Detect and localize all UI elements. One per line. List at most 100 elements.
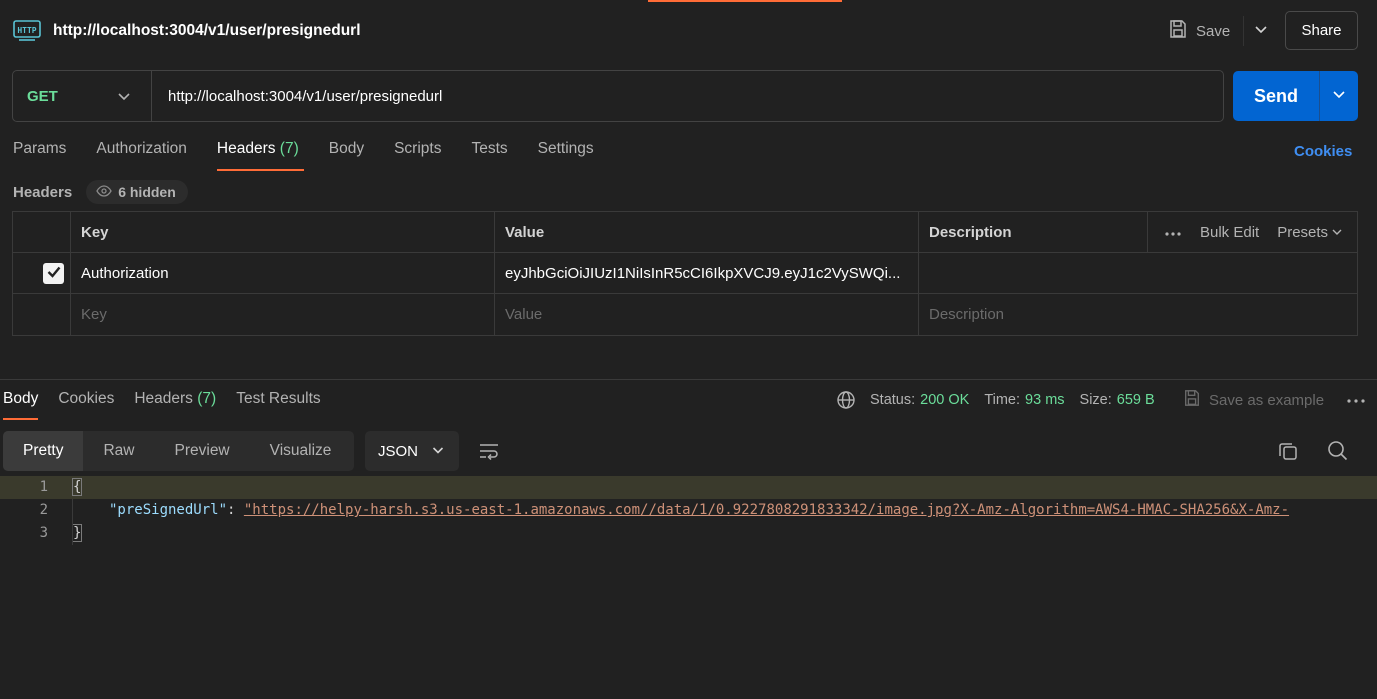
tab-settings[interactable]: Settings (538, 140, 594, 171)
response-tab-headers-count: (7) (197, 390, 217, 407)
line-number: 1 (39, 479, 48, 495)
headers-table: Key Value Description Bulk Edit Presets (12, 211, 1358, 336)
format-mode-group: Pretty Raw Preview Visualize (3, 431, 354, 471)
tab-params[interactable]: Params (13, 140, 66, 171)
cookies-link[interactable]: Cookies (1294, 143, 1352, 160)
response-status-bar: Status: 200 OK Time: 93 ms Size: 659 B (836, 390, 1170, 410)
presets-dropdown[interactable]: Presets (1277, 224, 1342, 241)
status-label: Status: (870, 392, 916, 408)
line-number: 2 (39, 502, 48, 518)
http-icon: HTTP (13, 18, 41, 44)
globe-icon[interactable] (836, 390, 856, 410)
pane-divider[interactable] (0, 379, 1377, 380)
row-select-cell (13, 253, 71, 294)
size-label: Size: (1079, 392, 1112, 408)
response-tab-body[interactable]: Body (3, 390, 39, 420)
header-enabled-checkbox[interactable] (43, 263, 64, 284)
description-placeholder: Description (929, 306, 1005, 323)
hidden-headers-label: 6 hidden (118, 184, 176, 200)
table-row-new: Key Value Description (13, 294, 1357, 335)
save-as-example-button[interactable]: Save as example (1183, 389, 1324, 411)
indent-guide (72, 499, 73, 545)
bulk-edit-button[interactable]: Bulk Edit (1200, 224, 1259, 241)
presets-label: Presets (1277, 224, 1329, 241)
time-value[interactable]: 93 ms (1025, 392, 1065, 408)
json-string-link[interactable]: "https://helpy-harsh.s3.us-east-1.amazon… (244, 502, 1289, 518)
column-header-value: Value (495, 212, 919, 253)
code-line: 2 "preSignedUrl": "https://helpy-harsh.s… (0, 499, 1377, 522)
share-button[interactable]: Share (1285, 11, 1358, 50)
format-pretty[interactable]: Pretty (3, 431, 84, 471)
request-tabs: Params Authorization Headers (7) Body Sc… (13, 140, 624, 172)
hidden-headers-toggle[interactable]: 6 hidden (86, 180, 188, 204)
search-icon[interactable] (1327, 440, 1348, 461)
table-header-row: Key Value Description Bulk Edit Presets (13, 212, 1357, 253)
line-number: 3 (39, 525, 48, 541)
save-icon (1168, 19, 1188, 43)
svg-text:HTTP: HTTP (17, 26, 36, 35)
code-line: 3 } (0, 522, 1377, 545)
tab-tests[interactable]: Tests (471, 140, 507, 171)
close-brace: } (71, 524, 83, 542)
new-description-input[interactable]: Description (919, 294, 1357, 335)
chevron-down-icon (1332, 224, 1342, 241)
open-brace: { (71, 478, 83, 496)
response-tab-cookies[interactable]: Cookies (58, 390, 114, 416)
send-options-dropdown[interactable] (1319, 71, 1358, 121)
key-placeholder: Key (81, 306, 107, 323)
status-value[interactable]: 200 OK (920, 392, 969, 408)
save-options-dropdown[interactable] (1243, 16, 1277, 46)
headers-section-label: Headers (13, 183, 73, 201)
size-value[interactable]: 659 B (1117, 392, 1155, 408)
save-label: Save (1196, 22, 1231, 40)
chevron-down-icon (432, 443, 444, 460)
json-colon: : (227, 502, 244, 518)
header-key-cell[interactable]: Authorization (71, 253, 495, 294)
header-value: eyJhbGciOiJIUzI1NiIsInR5cCI6IkpXVCJ9.eyJ… (505, 265, 901, 282)
copy-icon[interactable] (1278, 441, 1298, 461)
tab-headers-count: (7) (279, 140, 299, 157)
url-input[interactable]: http://localhost:3004/v1/user/presignedu… (168, 88, 442, 105)
response-tabs: Body Cookies Headers (7) Test Results (3, 390, 341, 420)
select-column-header (13, 212, 71, 253)
more-options-icon[interactable] (1164, 224, 1182, 241)
format-visualize[interactable]: Visualize (250, 431, 352, 471)
method-label: GET (27, 88, 58, 105)
checkmark-icon (47, 265, 61, 282)
method-select[interactable]: GET (13, 71, 152, 121)
header-description-cell[interactable] (919, 253, 1357, 294)
response-tab-test-results[interactable]: Test Results (236, 390, 320, 416)
more-options-icon[interactable] (1346, 392, 1366, 408)
new-key-input[interactable]: Key (71, 294, 495, 335)
row-select-cell (13, 294, 71, 335)
language-label: JSON (378, 442, 419, 460)
url-bar: GET http://localhost:3004/v1/user/presig… (12, 70, 1224, 122)
send-button[interactable]: Send (1233, 71, 1319, 121)
wrap-lines-icon[interactable] (478, 441, 500, 461)
header-key: Authorization (81, 265, 169, 282)
code-text: "preSignedUrl": "https://helpy-harsh.s3.… (109, 502, 1289, 518)
time-label: Time: (984, 392, 1021, 408)
column-header-description: Description (919, 212, 1148, 253)
chevron-down-icon (1332, 87, 1346, 105)
language-select[interactable]: JSON (365, 431, 459, 471)
new-value-input[interactable]: Value (495, 294, 919, 335)
tab-headers[interactable]: Headers (7) (216, 140, 304, 171)
request-title[interactable]: http://localhost:3004/v1/user/presignedu… (53, 22, 361, 40)
table-row: Authorization eyJhbGciOiJIUzI1NiIsInR5cC… (13, 253, 1357, 294)
json-key: "preSignedUrl" (109, 502, 228, 518)
tab-body[interactable]: Body (329, 140, 364, 171)
format-preview[interactable]: Preview (155, 431, 250, 471)
table-tools: Bulk Edit Presets (1148, 212, 1357, 253)
header-value-cell[interactable]: eyJhbGciOiJIUzI1NiIsInR5cCI6IkpXVCJ9.eyJ… (495, 253, 919, 294)
code-line: 1 { (0, 476, 1377, 499)
tab-scripts[interactable]: Scripts (394, 140, 441, 171)
response-body-viewer[interactable]: 1 { 2 "preSignedUrl": "https://helpy-har… (0, 476, 1377, 545)
response-tab-headers[interactable]: Headers (7) (134, 390, 216, 416)
save-button[interactable]: Save (1168, 16, 1230, 46)
format-raw[interactable]: Raw (83, 431, 154, 471)
eye-icon (96, 184, 112, 200)
tab-authorization[interactable]: Authorization (96, 140, 186, 171)
value-placeholder: Value (505, 306, 543, 323)
column-header-key: Key (71, 212, 495, 253)
